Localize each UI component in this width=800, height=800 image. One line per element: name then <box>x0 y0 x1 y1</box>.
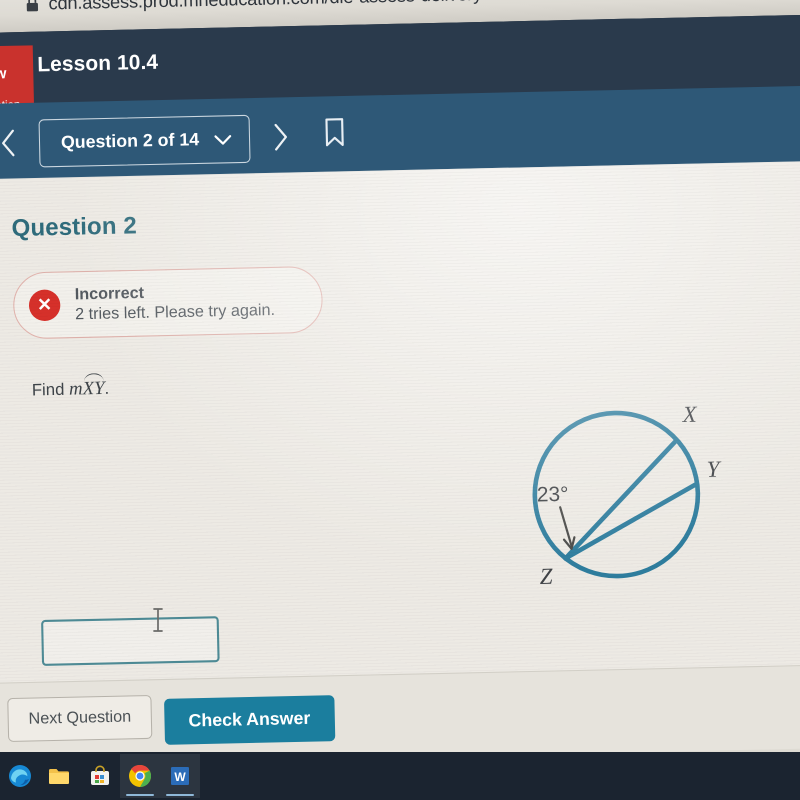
next-question-button[interactable]: Next Question <box>7 694 153 742</box>
store-bag-glyph <box>91 765 109 785</box>
page-title: Question 2 <box>11 211 138 242</box>
figure-label-x: X <box>681 402 698 427</box>
alert-subtitle: 2 tries left. Please try again. <box>74 300 276 323</box>
svg-text:W: W <box>174 770 186 784</box>
question-selector-label: Question 2 of 14 <box>60 129 200 153</box>
word-icon[interactable]: W <box>160 754 200 798</box>
windows-taskbar: W <box>0 752 800 800</box>
question-content: Question 2 ✕ Incorrect 2 tries left. Ple… <box>0 159 800 693</box>
chrome-glyph <box>129 764 152 787</box>
bookmark-icon[interactable] <box>323 117 347 149</box>
chevron-down-icon <box>214 135 232 145</box>
figure-chord-zx <box>563 439 678 561</box>
question-prompt: Find mXY. <box>32 375 110 401</box>
prompt-arc: XY <box>82 375 104 400</box>
folder-glyph <box>49 769 70 784</box>
mcgraw-hill-logo: Mc Graw Hill Education <box>0 45 35 112</box>
taskbar-icon-group: W <box>0 754 200 798</box>
prompt-lead: Find <box>31 381 65 400</box>
url-text[interactable]: cdn.assess.prod.mheducation.com/dle-asse… <box>48 0 798 14</box>
reload-icon[interactable] <box>0 0 3 16</box>
question-selector[interactable]: Question 2 of 14 <box>38 114 251 168</box>
check-answer-button[interactable]: Check Answer <box>164 695 335 745</box>
lock-icon <box>26 0 39 11</box>
microsoft-store-icon[interactable] <box>80 754 120 798</box>
figure-label-angle: 23° <box>537 483 569 507</box>
logo-line-3: Hill <box>0 82 34 99</box>
chevron-left-icon[interactable] <box>0 125 23 161</box>
screen-photo: cdn.assess.prod.mheducation.com/dle-asse… <box>0 0 800 800</box>
geometry-figure: X Y Z 23° <box>532 402 722 589</box>
status-badge: ✕ Incorrect 2 tries left. Please try aga… <box>12 265 324 340</box>
figure-label-y: Y <box>706 457 722 482</box>
prompt-measure: m <box>68 377 83 399</box>
chevron-right-icon[interactable] <box>266 119 294 155</box>
figure-label-z: Z <box>539 564 553 589</box>
edge-icon[interactable] <box>0 754 40 798</box>
chrome-icon[interactable] <box>120 754 160 798</box>
error-x-icon: ✕ <box>28 289 61 322</box>
edge-glyph <box>9 765 31 787</box>
file-explorer-icon[interactable] <box>40 754 80 798</box>
lesson-title: Lesson 10.4 <box>37 50 159 77</box>
answer-input[interactable] <box>41 616 220 666</box>
logo-line-2: Graw <box>0 65 7 84</box>
word-glyph: W <box>171 767 189 785</box>
monitor-content: cdn.assess.prod.mheducation.com/dle-asse… <box>0 0 800 800</box>
